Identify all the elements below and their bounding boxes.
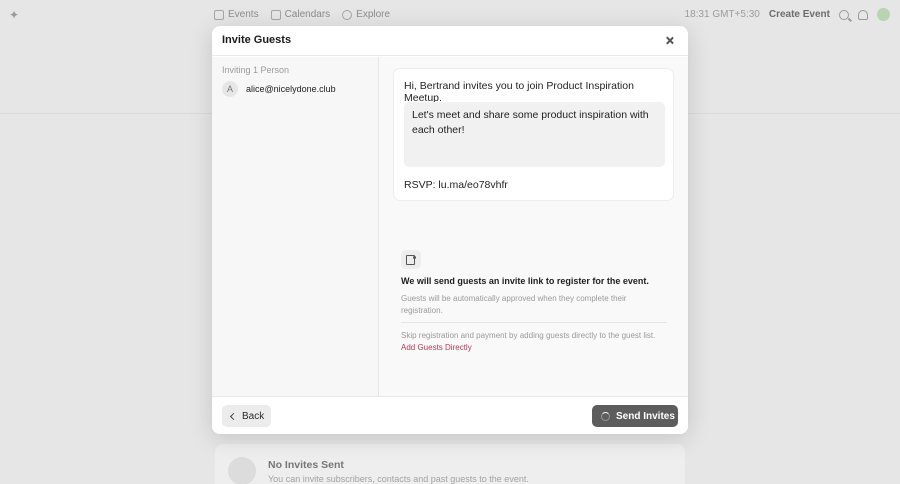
- send-invites-label: Send Invites: [616, 410, 675, 422]
- nav-item-explore-label: Explore: [356, 9, 391, 20]
- invite-message-input[interactable]: Let's meet and share some product inspir…: [404, 102, 665, 167]
- user-avatar[interactable]: [877, 8, 890, 21]
- events-icon: [214, 9, 224, 20]
- info-divider: [401, 322, 667, 323]
- rsvp-link-text: RSVP: lu.ma/eo78vhfr: [404, 179, 508, 191]
- nav-item-events-label: Events: [228, 9, 259, 20]
- loading-spinner-icon: [601, 411, 610, 421]
- nav-item-calendars[interactable]: Calendars: [270, 9, 331, 20]
- add-guests-directly-link[interactable]: Add Guests Directly: [401, 343, 472, 352]
- main-nav: Events Calendars Explore: [214, 9, 390, 20]
- guest-email: alice@nicelydone.club: [246, 84, 336, 94]
- notification-bell-icon[interactable]: [858, 9, 868, 20]
- invite-greeting: Hi, Bertrand invites you to join Product…: [404, 80, 634, 104]
- no-invites-subtitle: You can invite subscribers, contacts and…: [268, 474, 529, 484]
- current-time: 18:31 GMT+5:30: [684, 9, 760, 20]
- guest-avatar: A: [222, 81, 238, 97]
- send-invites-button[interactable]: Send Invites: [592, 405, 678, 427]
- guest-list-pane: Inviting 1 Person A alice@nicelydone.clu…: [212, 57, 379, 396]
- nav-item-calendars-label: Calendars: [284, 9, 331, 20]
- calendar-icon: [270, 9, 281, 20]
- close-icon[interactable]: [664, 35, 676, 47]
- invite-message-card: Hi, Bertrand invites you to join Product…: [393, 68, 674, 201]
- chevron-left-icon: [229, 412, 238, 420]
- modal-footer: Back Send Invites: [212, 396, 688, 434]
- search-icon[interactable]: [839, 9, 849, 20]
- sparkle-logo-icon[interactable]: ✦: [9, 9, 21, 21]
- invite-info-title: We will send guests an invite link to re…: [401, 276, 649, 286]
- back-button-label: Back: [242, 410, 265, 422]
- inviting-count-label: Inviting 1 Person: [222, 65, 290, 75]
- skip-registration-text: Skip registration and payment by adding …: [401, 331, 656, 340]
- invite-info-description: Guests will be automatically approved wh…: [401, 294, 627, 315]
- topbar-right-tools: 18:31 GMT+5:30 Create Event: [685, 8, 890, 21]
- invite-guests-modal: Invite Guests Inviting 1 Person A alice@…: [212, 26, 688, 434]
- modal-header: Invite Guests: [212, 26, 688, 56]
- nav-item-explore[interactable]: Explore: [342, 9, 390, 20]
- invite-preview-pane: Hi, Bertrand invites you to join Product…: [379, 57, 688, 396]
- back-button[interactable]: Back: [222, 405, 271, 427]
- nav-item-events[interactable]: Events: [214, 9, 259, 20]
- invite-link-icon: [401, 250, 421, 269]
- no-invites-title: No Invites Sent: [268, 459, 344, 471]
- create-event-button[interactable]: Create Event: [769, 9, 830, 20]
- guest-list-item[interactable]: A alice@nicelydone.club: [222, 81, 336, 97]
- modal-title: Invite Guests: [222, 34, 292, 46]
- compass-icon: [342, 9, 353, 20]
- invites-placeholder-icon: [228, 457, 256, 484]
